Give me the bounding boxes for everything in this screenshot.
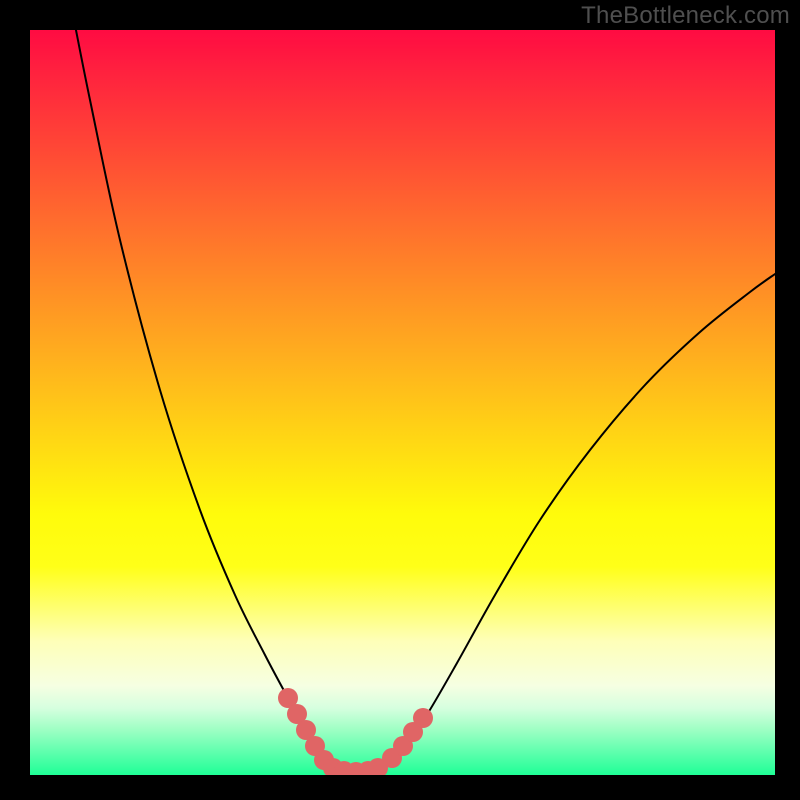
marker-dot bbox=[413, 708, 433, 728]
chart-svg bbox=[30, 30, 775, 775]
marker-dots-group bbox=[278, 688, 433, 775]
watermark-text: TheBottleneck.com bbox=[581, 2, 790, 30]
bottleneck-curve bbox=[74, 30, 775, 772]
plot-area bbox=[30, 30, 775, 775]
chart-frame: TheBottleneck.com bbox=[0, 0, 800, 800]
